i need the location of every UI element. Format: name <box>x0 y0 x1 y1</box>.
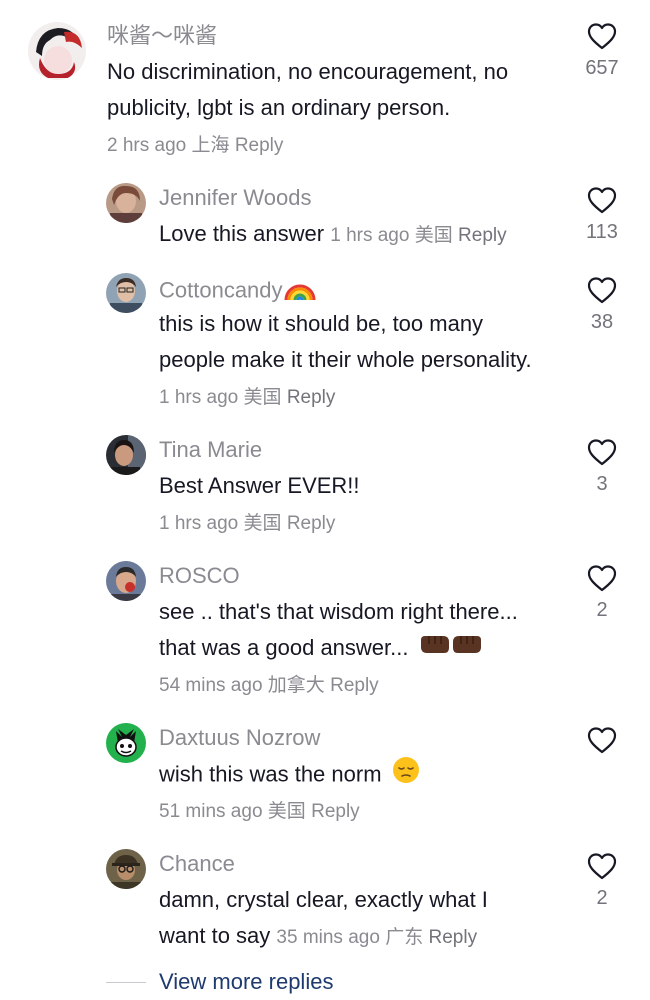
reply-text: wish this was the norm <box>159 756 579 795</box>
reply-username[interactable]: Tina Marie <box>159 436 262 464</box>
like-count: 2 <box>596 887 608 909</box>
reply-meta: 35 mins ago 广东 Reply <box>276 927 477 948</box>
comment-meta: 2 hrs ago 上海 Reply <box>107 132 283 160</box>
reply-body: Best Answer EVER!! <box>159 473 360 498</box>
avatar[interactable] <box>106 561 146 601</box>
reply-username[interactable]: Jennifer Woods <box>159 184 311 212</box>
reply-item: Daxtuus Nozrow wish this was the norm 51… <box>0 720 650 835</box>
reply-username-text: Cottoncandy <box>159 277 283 303</box>
heart-outline-icon <box>587 23 617 50</box>
reply-body-line-1: damn, crystal clear, exactly what I <box>159 887 488 912</box>
pensive-face-emoji <box>392 756 420 795</box>
reply-item: Jennifer Woods Love this answer 1 hrs ag… <box>0 180 650 260</box>
reply-body: wish this was the norm <box>159 761 382 787</box>
reply-body-line-2: want to say 35 mins ago 广东 Reply <box>159 918 579 956</box>
avatar[interactable] <box>28 22 86 80</box>
reply-text: Best Answer EVER!! <box>159 468 559 504</box>
reply-username[interactable]: Chance <box>159 850 235 878</box>
reply-username[interactable]: Cottoncandy <box>159 274 316 309</box>
reply-button[interactable]: Reply <box>311 801 360 822</box>
reply-username[interactable]: Daxtuus Nozrow <box>159 724 320 752</box>
reply-item: Cottoncandy this is how it should be, to… <box>0 270 650 420</box>
reply-item: ROSCO see .. that's that wisdom right th… <box>0 558 650 708</box>
fist-bump-emoji <box>419 631 483 667</box>
reply-time: 54 mins ago <box>159 675 263 696</box>
comment-item: 咪酱～咪酱 No discrimination, no encouragemen… <box>0 0 650 170</box>
reply-location: 广东 <box>385 927 424 948</box>
reply-body-text: want to say <box>159 923 271 948</box>
avatar[interactable] <box>106 273 146 313</box>
reply-body: this is how it should be, too many peopl… <box>159 311 532 372</box>
avatar[interactable] <box>106 183 146 223</box>
reply-time: 51 mins ago <box>159 801 263 822</box>
heart-outline-icon <box>587 565 617 592</box>
heart-outline-icon <box>587 853 617 880</box>
heart-outline-icon <box>587 277 617 304</box>
divider <box>106 982 146 983</box>
heart-outline-icon <box>587 187 617 214</box>
reply-item: Chance damn, crystal clear, exactly what… <box>0 846 650 961</box>
like-button[interactable] <box>580 726 624 760</box>
avatar[interactable] <box>106 435 146 475</box>
reply-button[interactable]: Reply <box>287 513 336 534</box>
reply-location: 美国 <box>267 801 306 822</box>
heart-outline-icon <box>587 727 617 754</box>
reply-body-text: that was a good answer... <box>159 635 409 660</box>
heart-outline-icon <box>587 439 617 466</box>
reply-location: 加拿大 <box>267 675 325 696</box>
like-button[interactable]: 38 <box>580 276 624 334</box>
like-count: 38 <box>590 311 614 333</box>
comment-username[interactable]: 咪酱～咪酱 <box>107 22 217 50</box>
reply-body-line-1: see .. that's that wisdom right there... <box>159 599 518 624</box>
rainbow-emoji <box>284 274 316 309</box>
like-count: 113 <box>586 221 618 243</box>
like-count: 3 <box>596 473 608 495</box>
comment-body: No discrimination, no encouragement, no … <box>107 59 509 120</box>
reply-body: Love this answer <box>159 221 325 246</box>
reply-button[interactable]: Reply <box>458 225 507 246</box>
reply-meta: 54 mins ago 加拿大 Reply <box>159 672 379 700</box>
reply-item: Tina Marie Best Answer EVER!! 1 hrs ago … <box>0 432 650 547</box>
like-button[interactable]: 113 <box>580 186 624 244</box>
avatar[interactable] <box>106 723 146 763</box>
reply-button[interactable]: Reply <box>429 927 478 948</box>
like-button[interactable]: 3 <box>580 438 624 496</box>
reply-text: Love this answer 1 hrs ago 美国 Reply <box>159 216 579 254</box>
reply-time: 1 hrs ago <box>159 513 239 534</box>
reply-location: 美国 <box>243 387 282 408</box>
like-button[interactable]: 2 <box>580 852 624 910</box>
reply-body-line-2: that was a good answer... <box>159 630 579 667</box>
reply-text: this is how it should be, too many peopl… <box>159 306 539 416</box>
reply-text: see .. that's that wisdom right there...… <box>159 594 579 667</box>
reply-time: 1 hrs ago <box>330 225 410 246</box>
like-count: 657 <box>585 57 619 79</box>
comment-location: 上海 <box>191 135 230 156</box>
reply-time: 1 hrs ago <box>159 387 239 408</box>
like-count: 2 <box>596 599 608 621</box>
comment-text: No discrimination, no encouragement, no … <box>107 54 567 126</box>
reply-meta: 51 mins ago 美国 Reply <box>159 798 360 826</box>
view-more-replies-label[interactable]: View more replies <box>159 968 333 996</box>
like-button[interactable]: 2 <box>580 564 624 622</box>
reply-button[interactable]: Reply <box>287 387 336 408</box>
avatar[interactable] <box>106 849 146 889</box>
reply-meta: 1 hrs ago 美国 Reply <box>330 225 506 246</box>
reply-button[interactable]: Reply <box>235 135 284 156</box>
reply-meta: 1 hrs ago 美国 Reply <box>159 510 335 538</box>
reply-location: 美国 <box>414 225 453 246</box>
reply-username[interactable]: ROSCO <box>159 562 240 590</box>
reply-meta: 1 hrs ago 美国 Reply <box>159 387 335 408</box>
reply-time: 35 mins ago <box>276 927 380 948</box>
reply-button[interactable]: Reply <box>330 675 379 696</box>
like-button[interactable]: 657 <box>580 22 624 80</box>
reply-text: damn, crystal clear, exactly what I want… <box>159 882 579 956</box>
reply-location: 美国 <box>243 513 282 534</box>
comment-time: 2 hrs ago <box>107 135 187 156</box>
